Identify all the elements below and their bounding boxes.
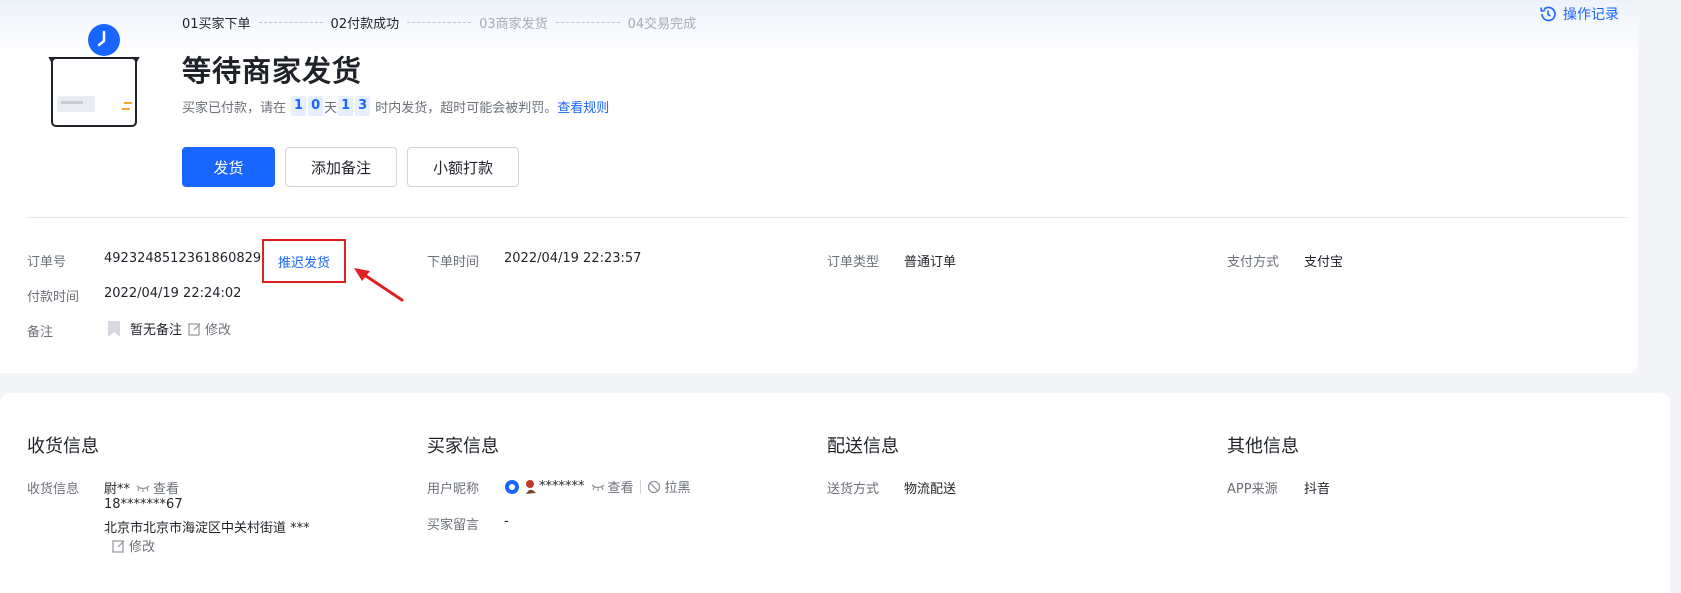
box-clock-icon — [48, 24, 140, 127]
days-digit: 1 — [291, 96, 307, 116]
annotation-arrow-icon — [354, 268, 404, 302]
step-4: 04交易完成 — [627, 16, 697, 32]
operation-history-label: 操作记录 — [1563, 7, 1619, 23]
order-time-value: 2022/04/19 22:23:57 — [504, 251, 642, 266]
step-connector — [407, 21, 472, 23]
edit-icon — [188, 322, 201, 336]
step-connector — [258, 21, 323, 23]
delivery-method-label: 送货方式 — [827, 482, 880, 497]
buyer-message-value: - — [504, 514, 509, 529]
block-buyer-button[interactable]: 拉黑 — [647, 477, 691, 496]
douyin-icon — [505, 479, 519, 494]
note-row: 暂无备注 修改 — [106, 319, 231, 338]
step-1: 01买家下单 — [182, 16, 251, 32]
order-no-value: 4923248512361860829 — [104, 251, 262, 266]
edit-icon — [112, 539, 125, 553]
buyer-section-title: 买家信息 — [427, 436, 499, 457]
pay-method-label: 支付方式 — [1227, 255, 1280, 270]
receiver-label: 收货信息 — [27, 482, 80, 497]
delay-ship-highlight: 推迟发货 — [262, 239, 346, 283]
other-section-title: 其他信息 — [1227, 436, 1299, 457]
nickname-row: ******* 查看 拉黑 — [504, 477, 691, 496]
edit-address-label: 修改 — [129, 540, 156, 555]
receiver-phone: 18*******67 — [104, 497, 183, 512]
delivery-method-value: 物流配送 — [904, 482, 957, 497]
view-nickname-button[interactable]: 查看 — [591, 477, 634, 496]
page-title: 等待商家发货 — [182, 54, 363, 88]
order-type-value: 普通订单 — [904, 255, 957, 270]
receiver-section-title: 收货信息 — [27, 436, 99, 457]
delivery-section-title: 配送信息 — [827, 436, 899, 457]
block-icon — [647, 480, 660, 493]
view-receiver-label: 查看 — [153, 482, 180, 497]
operation-history-link[interactable]: 操作记录 — [1538, 4, 1619, 24]
step-2: 02付款成功 — [330, 16, 400, 32]
note-label: 备注 — [27, 325, 54, 340]
ship-button[interactable]: 发货 — [182, 147, 275, 187]
deadline-suffix: 时内发货，超时可能会被判罚。 — [375, 100, 558, 116]
block-buyer-label: 拉黑 — [664, 481, 691, 496]
pay-time-value: 2022/04/19 22:24:02 — [104, 286, 242, 301]
buyer-message-label: 买家留言 — [427, 518, 480, 533]
order-time-label: 下单时间 — [427, 255, 480, 270]
shipping-deadline-notice: 买家已付款，请在 1 0 天 1 3 时内发货，超时可能会被判罚。 查看规则 — [182, 96, 609, 116]
add-note-button[interactable]: 添加备注 — [285, 147, 397, 187]
days-digit: 0 — [308, 96, 324, 116]
receiver-name: 尉** — [104, 482, 131, 497]
hours-digit: 1 — [338, 96, 354, 116]
app-source-label: APP来源 — [1227, 482, 1278, 497]
bookmark-icon — [108, 320, 120, 337]
view-rules-link[interactable]: 查看规则 — [557, 97, 609, 116]
eye-closed-icon — [136, 485, 150, 492]
separator — [639, 479, 641, 494]
order-type-label: 订单类型 — [827, 255, 880, 270]
app-source-value: 抖音 — [1304, 482, 1331, 497]
small-payment-button[interactable]: 小额打款 — [407, 147, 519, 187]
pay-method-value: 支付宝 — [1304, 255, 1344, 270]
pay-time-label: 付款时间 — [27, 290, 80, 305]
history-clock-icon — [1540, 6, 1556, 22]
edit-address-button[interactable]: 修改 — [112, 536, 155, 555]
edit-note-button[interactable]: 修改 — [188, 319, 231, 338]
receiver-name-row: 尉** 查看 — [104, 478, 179, 497]
order-no-label: 订单号 — [27, 255, 67, 270]
nickname-label: 用户昵称 — [427, 482, 480, 497]
edit-note-label: 修改 — [205, 323, 232, 338]
divider — [27, 217, 1627, 218]
step-connector — [555, 21, 620, 23]
deadline-prefix: 买家已付款，请在 — [182, 100, 287, 116]
avatar — [526, 479, 536, 494]
delay-ship-link[interactable]: 推迟发货 — [278, 252, 330, 271]
buyer-nickname: ******* — [539, 479, 585, 494]
receiver-address: 北京市北京市海淀区中关村街道 *** — [104, 521, 310, 536]
action-buttons: 发货 添加备注 小额打款 — [182, 147, 519, 187]
days-unit: 天 — [324, 100, 338, 116]
note-value: 暂无备注 — [130, 323, 183, 338]
view-receiver-button[interactable]: 查看 — [136, 478, 179, 497]
view-nickname-label: 查看 — [607, 481, 634, 496]
eye-closed-icon — [591, 484, 604, 491]
hours-digit: 3 — [355, 96, 371, 116]
progress-steps: 01买家下单 02付款成功 03商家发货 04交易完成 — [182, 12, 696, 32]
step-3: 03商家发货 — [479, 16, 548, 32]
